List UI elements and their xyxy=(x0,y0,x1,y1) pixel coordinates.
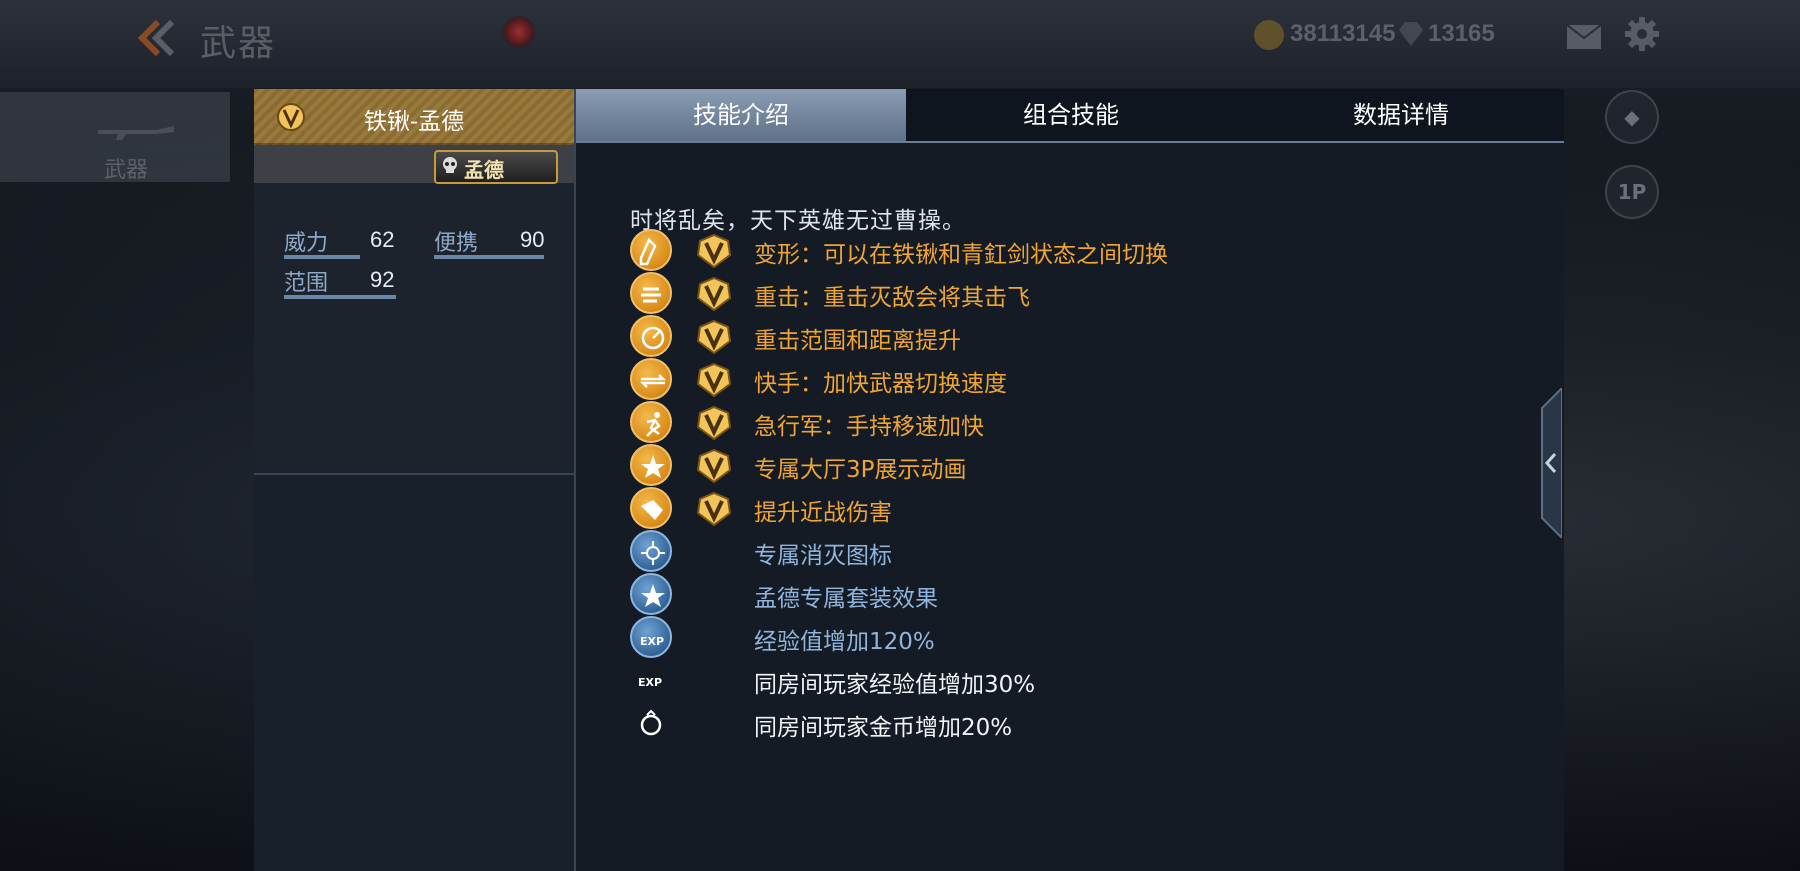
stat-portability-label: 便携 xyxy=(434,231,479,256)
skill-text: 提升近战伤害 xyxy=(754,500,892,526)
melee-damage-icon xyxy=(630,487,672,529)
skill-text: 重击范围和距离提升 xyxy=(754,328,961,354)
skill-text: 同房间玩家金币增加20% xyxy=(754,715,1013,741)
star-icon xyxy=(630,573,672,615)
gem-amount: 13165 xyxy=(1428,20,1495,47)
quick-swap-icon xyxy=(630,358,672,400)
vip-badge-icon xyxy=(696,405,732,441)
collapse-chevron-icon[interactable] xyxy=(1538,388,1562,538)
sidebar-item-weapons-label: 武器 xyxy=(104,158,149,183)
vip-badge-icon xyxy=(696,448,732,484)
view-1p-button[interactable]: 1P xyxy=(1605,165,1659,219)
kill-icon xyxy=(630,530,672,572)
skill-row: 重击范围和距离提升 xyxy=(576,315,1564,361)
skill-row: 专属大厅3P展示动画 xyxy=(576,444,1564,490)
vip-badge-icon xyxy=(696,276,732,312)
settings-gear-icon[interactable] xyxy=(1624,16,1660,52)
record-indicator-icon xyxy=(503,16,535,48)
weapon-name: 铁锹-孟德 xyxy=(363,109,465,135)
vip-badge-icon xyxy=(696,491,732,527)
skull-icon xyxy=(443,157,457,173)
vip-badge-icon xyxy=(696,233,732,269)
stat-range-bar xyxy=(284,295,396,299)
skills-column: 技能介绍 组合技能 数据详情 时将乱矣，天下英雄无过曹操。 变形：可以在铁锹和青… xyxy=(574,89,1564,871)
tab-underline xyxy=(576,141,1564,143)
star-icon xyxy=(630,444,672,486)
stat-power-bar xyxy=(284,255,360,259)
skill-row: EXP 同房间玩家经验值增加30% xyxy=(576,659,1564,705)
weapon-preview-area xyxy=(254,475,574,871)
tab-data-details[interactable]: 数据详情 xyxy=(1236,89,1566,141)
vip-badge-icon xyxy=(696,362,732,398)
room-exp-icon: EXP xyxy=(630,659,672,701)
skill-row: 孟德专属套装效果 xyxy=(576,573,1564,619)
stat-portability-value: 90 xyxy=(520,227,545,252)
skill-text: 变形：可以在铁锹和青釭剑状态之间切换 xyxy=(754,242,1168,268)
skill-text: 孟德专属套装效果 xyxy=(754,586,938,612)
skill-row: 变形：可以在铁锹和青釭剑状态之间切换 xyxy=(576,229,1564,275)
skill-row: 专属消灭图标 xyxy=(576,530,1564,576)
skill-row: 提升近战伤害 xyxy=(576,487,1564,533)
gem-icon xyxy=(1399,22,1423,46)
weapon-name-header: 铁锹-孟德 xyxy=(254,89,574,145)
skill-text: 重击：重击灭敌会将其击飞 xyxy=(754,285,1030,311)
range-icon xyxy=(630,315,672,357)
view-1p-label: 1P xyxy=(1617,180,1647,204)
svg-text:EXP: EXP xyxy=(640,635,664,648)
skill-text: 专属消灭图标 xyxy=(754,543,892,569)
top-bar: 武器 38113145 13165 xyxy=(0,0,1800,76)
skill-row: 同房间玩家金币增加20% xyxy=(576,702,1564,748)
skill-text: 急行军：手持移速加快 xyxy=(754,414,984,440)
svg-text:EXP: EXP xyxy=(638,676,662,689)
tab-bar: 技能介绍 组合技能 数据详情 xyxy=(576,89,1564,143)
tab-skill-intro[interactable]: 技能介绍 xyxy=(576,89,906,141)
gold-amount: 38113145 xyxy=(1290,20,1396,47)
skill-text: 专属大厅3P展示动画 xyxy=(754,457,967,483)
vip-badge-icon xyxy=(696,319,732,355)
stat-range-label: 范围 xyxy=(284,271,329,296)
skill-text: 快手：加快武器切换速度 xyxy=(754,371,1007,397)
transform-icon xyxy=(630,229,672,271)
gold-coin-icon xyxy=(1254,20,1284,50)
mail-icon[interactable] xyxy=(1566,24,1602,50)
running-icon xyxy=(630,401,672,443)
skill-text: 同房间玩家经验值增加30% xyxy=(754,672,1036,698)
skill-row: 重击：重击灭敌会将其击飞 xyxy=(576,272,1564,318)
tab-combo-skills[interactable]: 组合技能 xyxy=(906,89,1236,141)
weapon-info-column: 铁锹-孟德 孟德 威力 62 便携 90 范围 92 xyxy=(254,89,574,871)
dice-icon: ◆ xyxy=(1624,105,1640,129)
back-chevron-icon[interactable] xyxy=(130,18,180,58)
stat-portability-bar xyxy=(434,255,544,259)
rifle-icon xyxy=(98,126,174,140)
weapon-detail-panel: 铁锹-孟德 孟德 威力 62 便携 90 范围 92 技能介绍 组合技能 数据详… xyxy=(254,89,1564,871)
stat-range-value: 92 xyxy=(370,267,395,292)
room-coin-icon xyxy=(630,702,672,744)
skill-row: 快手：加快武器切换速度 xyxy=(576,358,1564,404)
skill-row: 急行军：手持移速加快 xyxy=(576,401,1564,447)
heavy-strike-icon xyxy=(630,272,672,314)
skin-badge-label: 孟德 xyxy=(464,158,504,182)
skill-row: EXP 经验值增加120% xyxy=(576,616,1564,662)
stat-power-label: 威力 xyxy=(284,231,329,256)
skin-badge: 孟德 xyxy=(434,150,558,184)
page-title: 武器 xyxy=(200,23,277,64)
stat-power-value: 62 xyxy=(370,227,395,252)
exp-icon: EXP xyxy=(630,616,672,658)
dice-button[interactable]: ◆ xyxy=(1605,90,1659,144)
skill-text: 经验值增加120% xyxy=(754,629,935,655)
